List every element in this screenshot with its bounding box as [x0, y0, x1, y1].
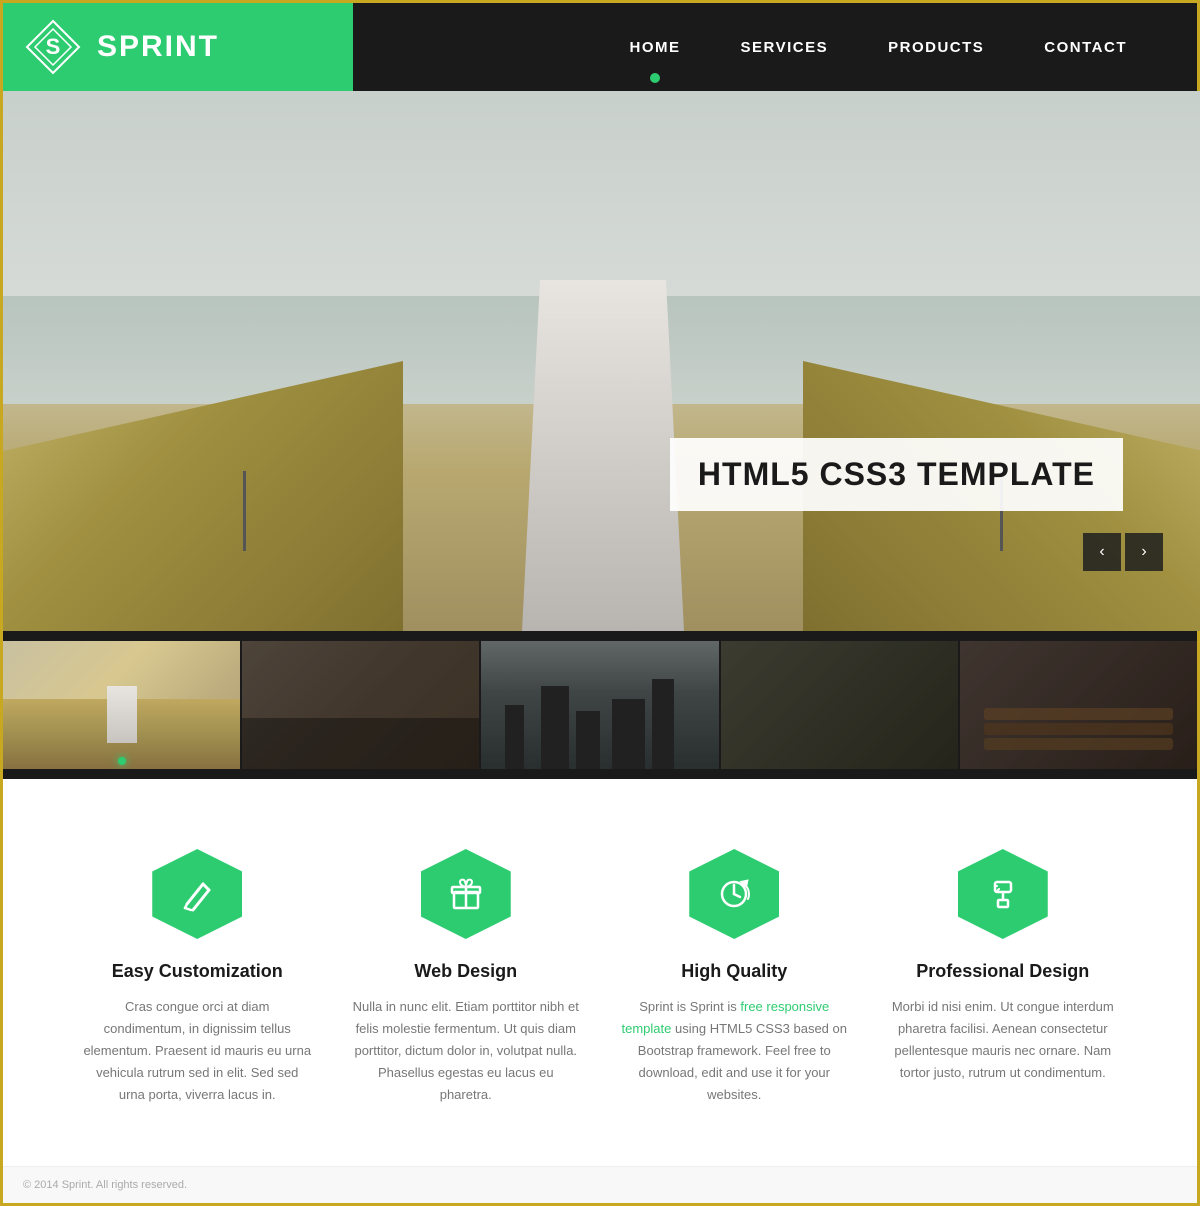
- feature-professional: Professional Design Morbi id nisi enim. …: [869, 849, 1138, 1106]
- footer-text: © 2014 Sprint. All rights reserved.: [23, 1179, 187, 1191]
- thumbnail-2[interactable]: [242, 641, 479, 769]
- feature-webdesign: Web Design Nulla in nunc elit. Etiam por…: [332, 849, 601, 1106]
- feature-desc-customization: Cras congue orci at diam condimentum, in…: [83, 996, 312, 1106]
- feature-quality: High Quality Sprint is Sprint is free re…: [600, 849, 869, 1106]
- logo-title: SPRINT: [97, 30, 219, 64]
- nav-home[interactable]: HOME: [600, 3, 711, 91]
- hero-background: [3, 91, 1200, 631]
- nav-area: HOME SERVICES PRODUCTS CONTACT: [353, 3, 1197, 91]
- nav-services[interactable]: SERVICES: [711, 3, 859, 91]
- logo-diamond: S: [23, 17, 83, 77]
- feature-customization: Easy Customization Cras congue orci at d…: [63, 849, 332, 1106]
- feature-title-customization: Easy Customization: [112, 961, 283, 982]
- feature-desc-professional: Morbi id nisi enim. Ut congue interdum p…: [889, 996, 1118, 1084]
- page-wrapper: S SPRINT HOME SERVICES PRODUCTS CONTACT: [0, 0, 1200, 1206]
- logo-area: S SPRINT: [3, 3, 353, 91]
- nav-products[interactable]: PRODUCTS: [858, 3, 1014, 91]
- thumb-bg-3: [481, 641, 718, 769]
- feature-icon-quality: [689, 849, 779, 939]
- hero-prev-button[interactable]: ‹: [1083, 533, 1121, 571]
- feature-desc-webdesign: Nulla in nunc elit. Etiam porttitor nibh…: [352, 996, 581, 1106]
- feature-title-quality: High Quality: [681, 961, 787, 982]
- thumb-bg-1: [3, 641, 240, 769]
- hero-arrows: ‹ ›: [1083, 533, 1163, 571]
- thumbnail-strip: [3, 631, 1197, 779]
- thumb-bg-2: [242, 641, 479, 769]
- footer: © 2014 Sprint. All rights reserved.: [3, 1166, 1197, 1203]
- thumbnail-items: [3, 641, 1197, 769]
- thumbnail-1[interactable]: [3, 641, 240, 769]
- thumb-indicator-1: [118, 757, 126, 765]
- hero-next-button[interactable]: ›: [1125, 533, 1163, 571]
- hero-title-box: HTML5 CSS3 TEMPLATE: [670, 438, 1123, 511]
- thumb-bg-4: [721, 641, 958, 769]
- header: S SPRINT HOME SERVICES PRODUCTS CONTACT: [3, 3, 1197, 91]
- feature-icon-customization: [152, 849, 242, 939]
- thumbnail-3[interactable]: [481, 641, 718, 769]
- thumb-bg-5: [960, 641, 1197, 769]
- nav-contact[interactable]: CONTACT: [1014, 3, 1157, 91]
- stairs: [513, 280, 693, 631]
- feature-icon-professional: [958, 849, 1048, 939]
- svg-text:S: S: [46, 34, 61, 59]
- fence-post-left: [243, 471, 246, 551]
- hero-section: HTML5 CSS3 TEMPLATE ‹ ›: [3, 91, 1200, 631]
- thumbnail-5[interactable]: [960, 641, 1197, 769]
- feature-title-webdesign: Web Design: [414, 961, 517, 982]
- feature-desc-quality: Sprint is Sprint is free responsive temp…: [620, 996, 849, 1106]
- feature-icon-webdesign: [421, 849, 511, 939]
- thumb-dot-1: [118, 757, 126, 765]
- thumbnail-4[interactable]: [721, 641, 958, 769]
- feature-title-professional: Professional Design: [916, 961, 1089, 982]
- hero-title: HTML5 CSS3 TEMPLATE: [698, 456, 1095, 492]
- features-section: Easy Customization Cras congue orci at d…: [3, 779, 1197, 1166]
